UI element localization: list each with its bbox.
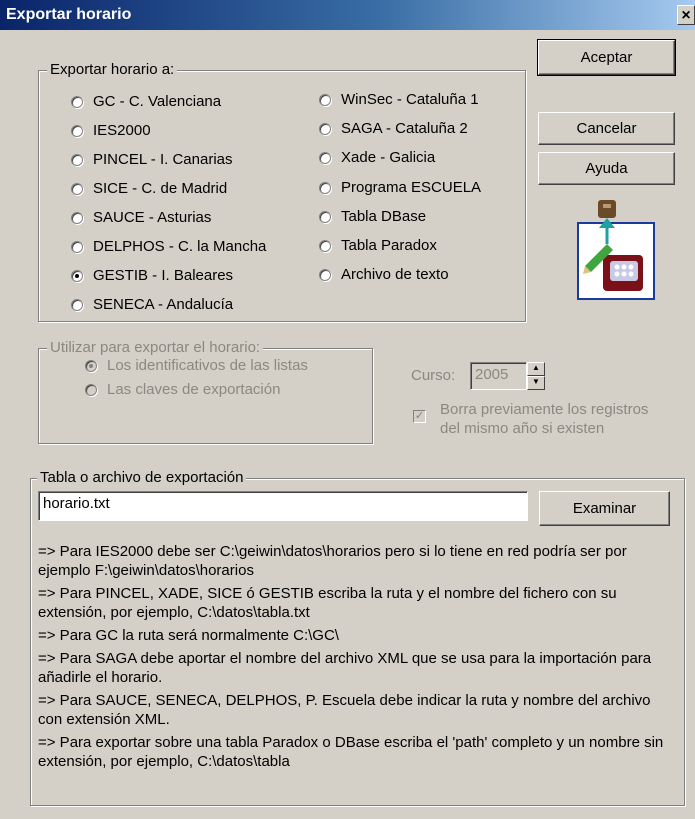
radio-button[interactable] bbox=[71, 211, 83, 224]
radio-label: SAUCE - Asturias bbox=[93, 209, 212, 226]
radio-text-file[interactable]: Archivo de texto bbox=[319, 266, 449, 283]
browse-button[interactable]: Examinar bbox=[539, 491, 670, 526]
erase-label-line2: del mismo año si existen bbox=[440, 420, 605, 437]
radio-label: Tabla DBase bbox=[341, 208, 427, 225]
radio-button[interactable] bbox=[319, 210, 331, 223]
radio-ies2000[interactable]: IES2000 bbox=[71, 122, 151, 139]
accept-button[interactable]: Aceptar bbox=[537, 39, 676, 76]
radio-label: Programa ESCUELA bbox=[341, 179, 482, 196]
radio-button[interactable] bbox=[319, 93, 331, 106]
note-paradox: => Para exportar sobre una tabla Paradox… bbox=[38, 734, 664, 770]
course-input[interactable]: 2005 bbox=[470, 362, 527, 390]
radio-label: DELPHOS - C. la Mancha bbox=[93, 238, 267, 255]
export-target-group: Exportar horario a: GC - C. Valenciana I… bbox=[38, 61, 526, 322]
export-key-legend: Utilizar para exportar el horario: bbox=[47, 339, 264, 356]
radio-winsec[interactable]: WinSec - Cataluña 1 bbox=[319, 91, 479, 108]
note-pincel: => Para PINCEL, XADE, SICE ó GESTIB escr… bbox=[38, 585, 617, 621]
course-label: Curso: bbox=[411, 367, 456, 384]
export-schedule-icon bbox=[573, 200, 659, 306]
radio-label: SAGA - Cataluña 2 bbox=[341, 120, 468, 137]
title-bar: Exportar horario × bbox=[0, 0, 695, 30]
export-key-group: Utilizar para exportar el horario: Los i… bbox=[38, 339, 373, 444]
radio-xade[interactable]: Xade - Galicia bbox=[319, 149, 435, 166]
radio-button[interactable] bbox=[71, 95, 83, 108]
radio-label: GESTIB - I. Baleares bbox=[93, 267, 234, 284]
radio-label: PINCEL - I. Canarias bbox=[93, 151, 233, 168]
radio-label: Xade - Galicia bbox=[341, 149, 436, 166]
radio-label: Las claves de exportación bbox=[107, 381, 281, 398]
radio-paradox[interactable]: Tabla Paradox bbox=[319, 237, 437, 254]
radio-button[interactable] bbox=[71, 240, 83, 253]
course-spin-up[interactable]: ▲ bbox=[527, 362, 545, 376]
export-notes: => Para IES2000 debe ser C:\geiwin\datos… bbox=[38, 542, 676, 775]
radio-button[interactable] bbox=[71, 298, 83, 311]
note-sauce: => Para SAUCE, SENECA, DELPHOS, P. Escue… bbox=[38, 692, 651, 728]
radio-label: Tabla Paradox bbox=[341, 237, 437, 254]
cancel-button[interactable]: Cancelar bbox=[538, 112, 675, 145]
erase-label-line1: Borra previamente los registros bbox=[440, 401, 649, 418]
radio-gc[interactable]: GC - C. Valenciana bbox=[71, 93, 221, 110]
radio-list-ids[interactable]: Los identificativos de las listas bbox=[85, 357, 308, 374]
radio-button[interactable] bbox=[319, 122, 331, 135]
radio-button[interactable] bbox=[319, 239, 331, 252]
radio-label: GC - C. Valenciana bbox=[93, 93, 222, 110]
radio-label: Los identificativos de las listas bbox=[107, 357, 308, 374]
export-target-legend: Exportar horario a: bbox=[47, 61, 178, 78]
radio-button[interactable] bbox=[71, 153, 83, 166]
help-button[interactable]: Ayuda bbox=[538, 152, 675, 185]
close-button[interactable]: × bbox=[677, 5, 695, 25]
course-spin-down[interactable]: ▼ bbox=[527, 376, 545, 390]
radio-button-selected[interactable] bbox=[71, 269, 83, 282]
radio-button[interactable] bbox=[71, 124, 83, 137]
note-saga: => Para SAGA debe aportar el nombre del … bbox=[38, 650, 652, 686]
erase-checkbox[interactable]: ✓ bbox=[413, 410, 426, 423]
radio-seneca[interactable]: SENECA - Andalucía bbox=[71, 296, 233, 313]
radio-sauce[interactable]: SAUCE - Asturias bbox=[71, 209, 211, 226]
radio-saga[interactable]: SAGA - Cataluña 2 bbox=[319, 120, 468, 137]
window-title: Exportar horario bbox=[6, 6, 132, 23]
export-file-legend: Tabla o archivo de exportación bbox=[37, 469, 247, 486]
radio-dbase[interactable]: Tabla DBase bbox=[319, 208, 426, 225]
radio-label: SICE - C. de Madrid bbox=[93, 180, 228, 197]
radio-export-keys[interactable]: Las claves de exportación bbox=[85, 381, 280, 398]
radio-label: SENECA - Andalucía bbox=[93, 296, 234, 313]
radio-pincel[interactable]: PINCEL - I. Canarias bbox=[71, 151, 233, 168]
radio-button[interactable] bbox=[319, 151, 331, 164]
export-path-input[interactable]: horario.txt bbox=[38, 491, 528, 521]
radio-label: Archivo de texto bbox=[341, 266, 449, 283]
export-file-group: Tabla o archivo de exportación horario.t… bbox=[30, 469, 685, 806]
radio-button[interactable] bbox=[319, 181, 331, 194]
radio-sice[interactable]: SICE - C. de Madrid bbox=[71, 180, 227, 197]
radio-label: IES2000 bbox=[93, 122, 151, 139]
radio-button-selected[interactable] bbox=[85, 359, 97, 372]
note-ies2000: => Para IES2000 debe ser C:\geiwin\datos… bbox=[38, 543, 627, 579]
radio-label: WinSec - Cataluña 1 bbox=[341, 91, 479, 108]
radio-escuela[interactable]: Programa ESCUELA bbox=[319, 179, 481, 196]
note-gc: => Para GC la ruta será normalmente C:\G… bbox=[38, 627, 339, 644]
radio-delphos[interactable]: DELPHOS - C. la Mancha bbox=[71, 238, 266, 255]
radio-gestib[interactable]: GESTIB - I. Baleares bbox=[71, 267, 233, 284]
radio-button[interactable] bbox=[319, 268, 331, 281]
radio-button[interactable] bbox=[71, 182, 83, 195]
radio-button[interactable] bbox=[85, 383, 97, 396]
